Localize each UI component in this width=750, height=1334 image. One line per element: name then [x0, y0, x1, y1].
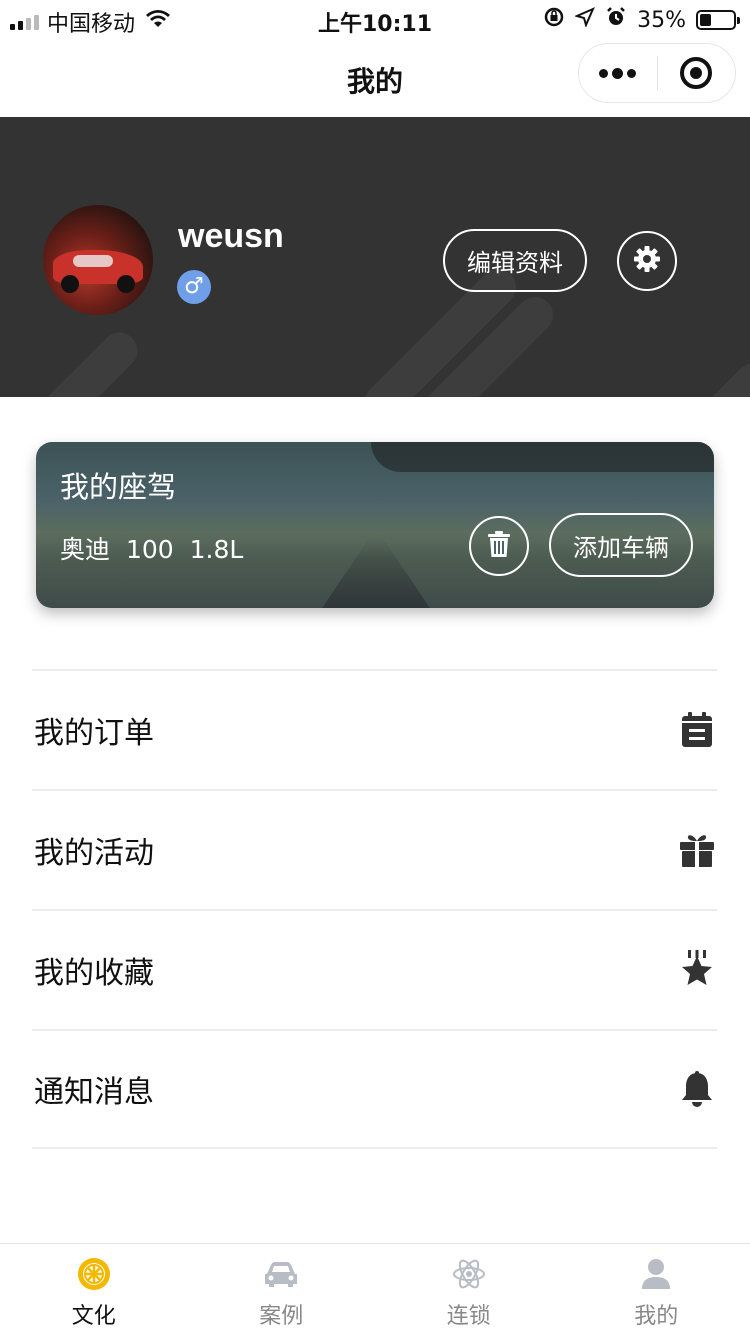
tab-label: 文化 [71, 1304, 116, 1329]
tab-label: 案例 [259, 1304, 304, 1329]
tab-label: 连锁 [446, 1304, 491, 1329]
battery-percent: 35% [637, 7, 686, 33]
tab-cases[interactable]: 案例 [188, 1244, 376, 1334]
male-gender-icon: ♂ [177, 270, 211, 304]
rotation-lock-icon [543, 6, 565, 34]
menu-item-notifications[interactable]: 通知消息 [32, 1029, 717, 1149]
menu-item-label: 我的活动 [34, 836, 154, 871]
car-info: 奥迪 100 1.8L [60, 530, 243, 566]
settings-button[interactable] [617, 231, 677, 291]
atom-icon [451, 1256, 487, 1292]
status-right: 35% [543, 6, 740, 34]
gear-icon [632, 244, 662, 278]
decor-stripe [0, 325, 145, 397]
add-car-button[interactable]: 添加车辆 [549, 513, 693, 577]
location-arrow-icon [574, 7, 596, 33]
trash-icon [485, 529, 513, 563]
gift-icon [679, 830, 715, 870]
car-model: 100 [125, 535, 174, 564]
alarm-icon [605, 6, 627, 34]
menu-item-favorites[interactable]: 我的收藏 [32, 909, 717, 1029]
battery-icon [696, 10, 740, 30]
profile-header: weusn ♂ 编辑资料 [0, 117, 750, 397]
tab-bar: 文化 案例 连锁 我的 [0, 1243, 750, 1334]
menu-item-orders[interactable]: 我的订单 [32, 669, 717, 789]
tab-mine[interactable]: 我的 [563, 1244, 750, 1334]
status-bar: 中国移动 上午10:11 35% [0, 0, 750, 40]
navigation-bar: 我的 [0, 40, 750, 117]
tab-label: 我的 [634, 1304, 679, 1329]
menu-item-label: 我的收藏 [34, 956, 154, 991]
car-engine: 1.8L [189, 535, 244, 564]
menu-item-label: 我的订单 [34, 716, 154, 751]
avatar[interactable] [43, 205, 153, 315]
user-icon [638, 1256, 674, 1292]
car-icon [263, 1256, 299, 1292]
menu-list: 我的订单 我的活动 我的收藏 通知消息 [32, 669, 717, 1149]
bell-icon [679, 1069, 715, 1109]
tab-culture[interactable]: 文化 [0, 1244, 188, 1334]
wheel-icon [76, 1256, 112, 1292]
tab-chain[interactable]: 连锁 [375, 1244, 563, 1334]
close-miniprogram-icon[interactable] [658, 44, 736, 102]
car-card-title: 我的座驾 [60, 470, 177, 504]
miniprogram-capsule [578, 43, 736, 103]
car-brand: 奥迪 [60, 535, 111, 564]
more-icon[interactable] [579, 44, 657, 102]
rearview-mirror-decor [371, 442, 714, 472]
delete-car-button[interactable] [469, 516, 529, 576]
edit-profile-button[interactable]: 编辑资料 [443, 229, 587, 292]
order-calendar-icon [679, 710, 715, 750]
decor-stripe [640, 355, 750, 397]
username: weusn [178, 217, 284, 255]
menu-item-label: 通知消息 [34, 1075, 154, 1110]
star-favorite-icon [679, 950, 715, 990]
my-car-card[interactable]: 我的座驾 奥迪 100 1.8L 添加车辆 [36, 442, 714, 608]
road-decor [316, 537, 436, 608]
menu-item-activities[interactable]: 我的活动 [32, 789, 717, 909]
